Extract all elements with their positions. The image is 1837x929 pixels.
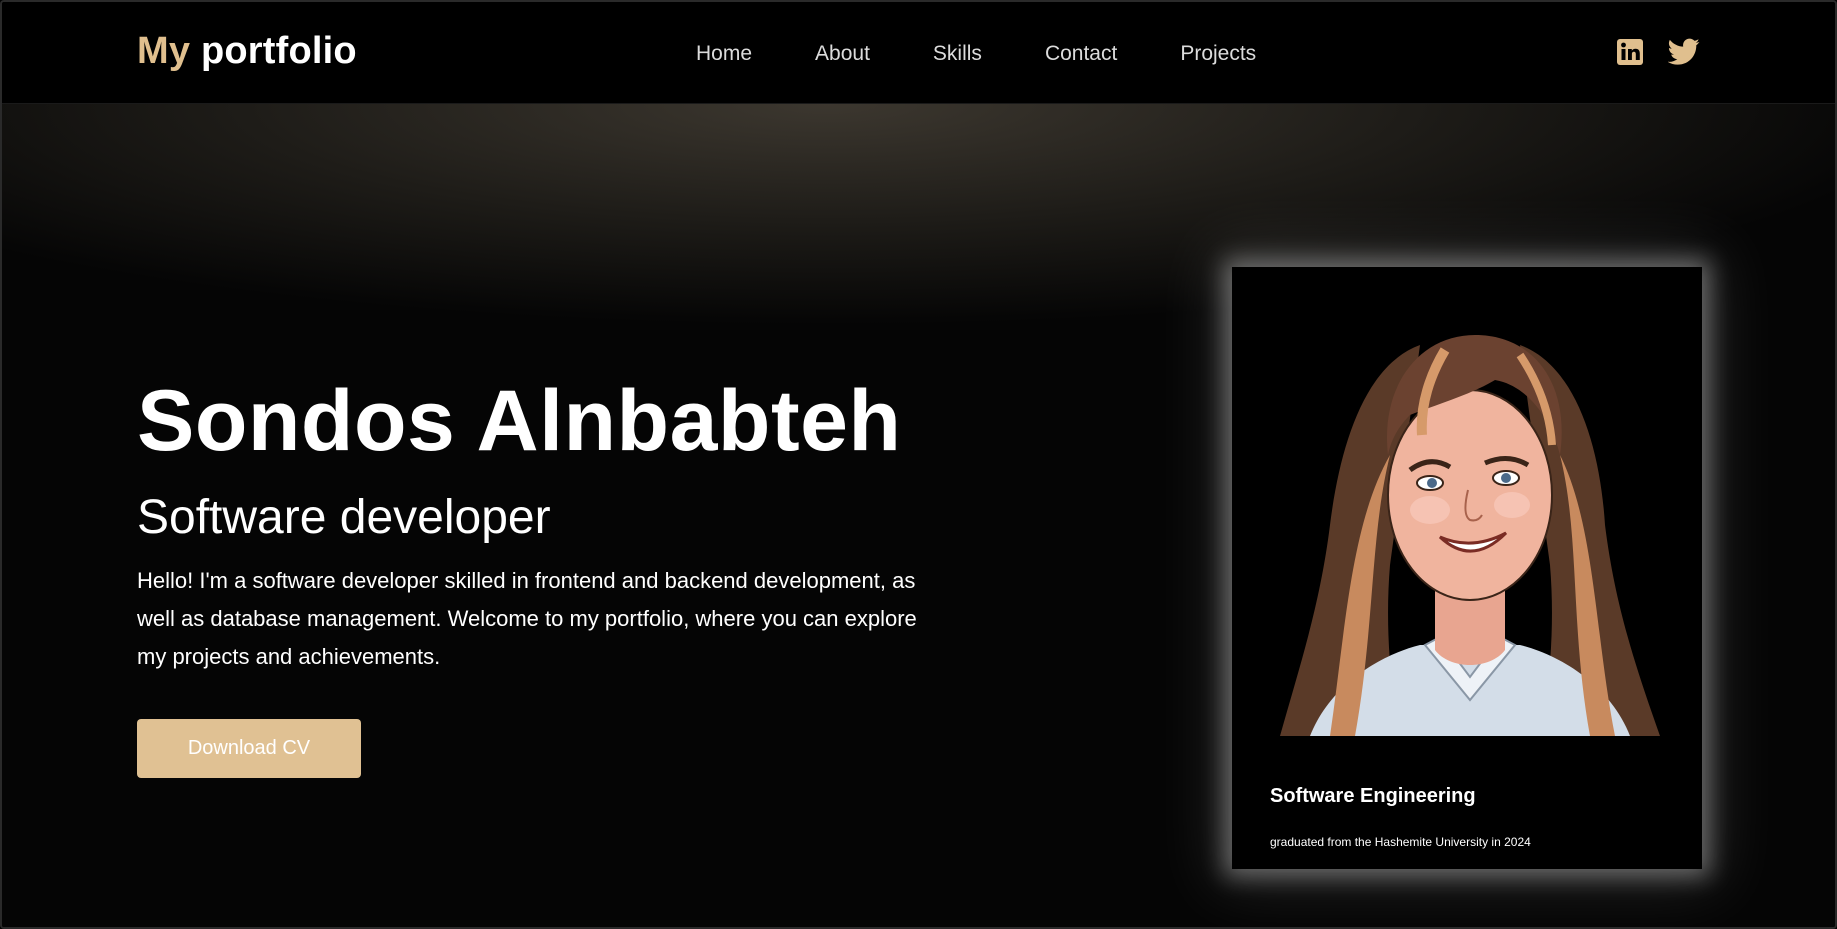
nav-links: Home About Skills Contact Projects: [696, 42, 1256, 66]
brand-rest: portfolio: [200, 30, 357, 72]
hero-bio: Hello! I'm a software developer skilled …: [137, 568, 917, 669]
nav-about[interactable]: About: [815, 42, 870, 66]
nav-projects[interactable]: Projects: [1180, 42, 1256, 66]
social-links: [1614, 36, 1700, 68]
brand-logo[interactable]: My portfolio: [137, 30, 357, 73]
nav-home[interactable]: Home: [696, 42, 752, 66]
nav-skills[interactable]: Skills: [933, 42, 982, 66]
linkedin-icon[interactable]: [1614, 36, 1646, 68]
card-title: Software Engineering: [1270, 785, 1476, 807]
hero-name: Sondos Alnbabteh: [137, 373, 902, 469]
profile-card: Software Engineering graduated from the …: [1232, 267, 1702, 869]
navbar: My portfolio Home About Skills Contact P…: [2, 2, 1835, 104]
card-subtitle: graduated from the Hashemite University …: [1270, 835, 1531, 849]
brand-accent: My: [137, 30, 191, 72]
hero-role: Software developer: [137, 491, 551, 544]
nav-contact[interactable]: Contact: [1045, 42, 1117, 66]
page-frame: My portfolio Home About Skills Contact P…: [0, 0, 1837, 929]
twitter-icon[interactable]: [1668, 36, 1700, 68]
download-cv-button[interactable]: Download CV: [137, 719, 361, 778]
portrait-illustration: [1280, 335, 1660, 736]
